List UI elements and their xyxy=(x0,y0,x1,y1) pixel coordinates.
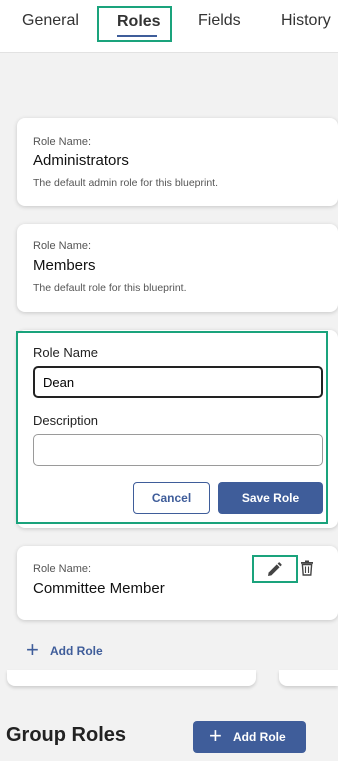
description-input[interactable] xyxy=(33,434,323,466)
cancel-button[interactable]: Cancel xyxy=(133,482,210,514)
tab-roles-label: Roles xyxy=(117,13,161,30)
save-role-button[interactable]: Save Role xyxy=(218,482,323,514)
role-edit-form: Role Name Description Cancel Save Role xyxy=(16,331,328,524)
role-name-caption: Role Name: xyxy=(33,136,92,148)
role-name: Members xyxy=(33,257,96,274)
tab-roles[interactable]: Roles xyxy=(97,6,172,42)
card-bottom-edge xyxy=(279,670,338,686)
role-name-field-label: Role Name xyxy=(33,345,99,360)
role-description: The default role for this blueprint. xyxy=(33,282,187,294)
tab-fields[interactable]: Fields xyxy=(198,12,241,30)
group-roles-title: Group Roles xyxy=(6,724,127,746)
add-role-label: Add Role xyxy=(50,644,103,658)
role-description: The default admin role for this blueprin… xyxy=(33,177,219,189)
add-group-role-button[interactable]: + Add Role xyxy=(193,721,306,753)
role-name: Administrators xyxy=(33,152,129,169)
role-name-input[interactable] xyxy=(33,366,323,398)
role-name-caption: Role Name: xyxy=(33,240,92,252)
add-group-role-label: Add Role xyxy=(233,730,286,744)
role-card-members: Role Name: Members The default role for … xyxy=(17,224,338,312)
role-name-caption: Role Name: xyxy=(33,563,92,575)
plus-icon: + xyxy=(209,723,222,748)
tab-general[interactable]: General xyxy=(22,12,79,30)
trash-icon[interactable] xyxy=(300,560,314,576)
edit-role-button[interactable] xyxy=(252,555,298,583)
active-tab-indicator xyxy=(117,35,157,37)
tab-bar: General Roles Fields History xyxy=(0,0,338,53)
tab-history[interactable]: History xyxy=(281,12,331,30)
role-card-administrators: Role Name: Administrators The default ad… xyxy=(17,118,338,206)
description-field-label: Description xyxy=(33,413,99,428)
card-bottom-edge xyxy=(7,670,256,686)
role-name: Committee Member xyxy=(33,580,165,597)
pencil-icon xyxy=(268,562,282,576)
plus-icon: + xyxy=(26,637,39,662)
